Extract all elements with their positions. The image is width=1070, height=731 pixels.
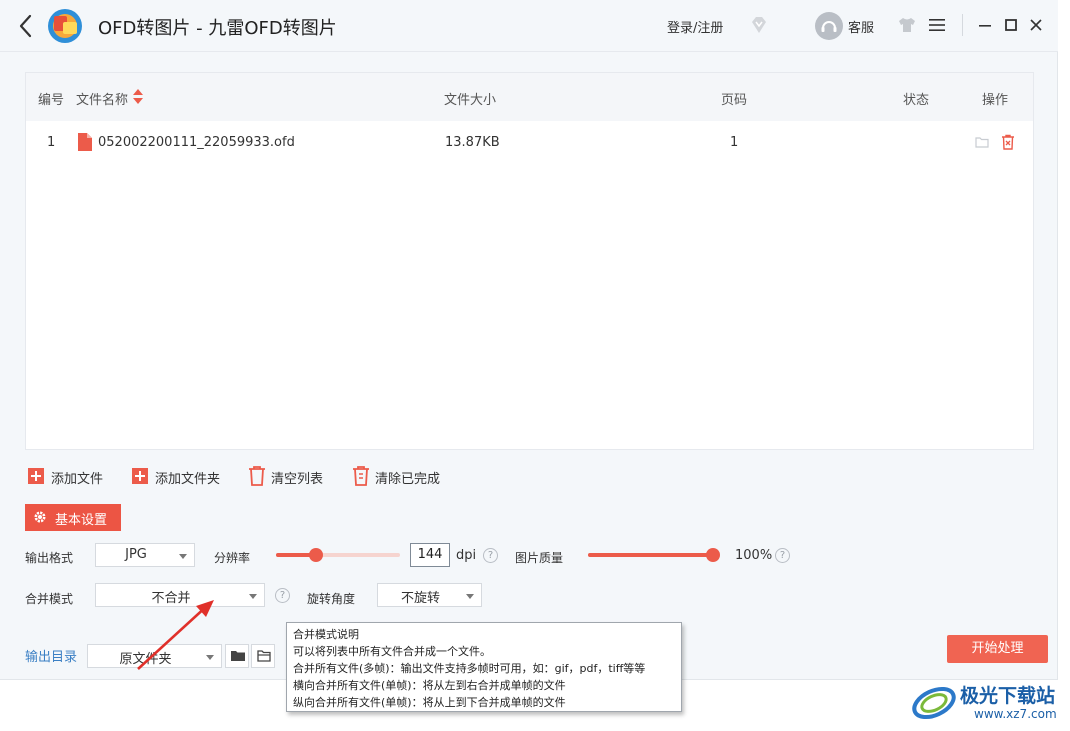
file-icon — [78, 133, 92, 151]
app-title: OFD转图片 - 九雷OFD转图片 — [98, 18, 337, 39]
customer-service-icon[interactable] — [815, 12, 843, 40]
gear-icon — [34, 511, 46, 523]
app-window: OFD转图片 - 九雷OFD转图片 登录/注册 客服 编号 文件名称 文件大小 … — [0, 0, 1058, 680]
add-folder-label: 添加文件夹 — [155, 472, 221, 487]
login-register-link[interactable]: 登录/注册 — [667, 17, 723, 36]
add-file-button[interactable]: 添加文件 — [27, 465, 107, 487]
tooltip-line: 横向合并所有文件(单帧)：将从左到右合并成单帧的文件 — [293, 679, 566, 692]
delete-icon[interactable] — [1001, 134, 1015, 150]
tooltip-line: 合并模式说明 — [293, 628, 359, 641]
rotate-select[interactable]: 不旋转 — [377, 583, 482, 607]
table-header: 编号 文件名称 文件大小 页码 状态 操作 — [26, 73, 1033, 121]
quality-help-icon[interactable]: ? — [775, 548, 790, 563]
menu-icon[interactable] — [928, 16, 946, 34]
merge-mode-tooltip: 合并模式说明 可以将列表中所有文件合并成一个文件。 合并所有文件(多帧)：输出文… — [286, 622, 682, 712]
annotation-arrow — [137, 600, 214, 670]
col-index: 编号 — [38, 93, 65, 108]
clear-list-button[interactable]: 清空列表 — [247, 465, 327, 487]
tooltip-line: 合并所有文件(多帧)：输出文件支持多帧时可用，如：gif，pdf，tiff等等 — [293, 662, 646, 675]
col-actions: 操作 — [982, 93, 1009, 108]
chevron-down-icon — [179, 554, 187, 559]
trash-list-icon — [353, 466, 369, 486]
quality-slider-handle[interactable] — [706, 548, 720, 562]
file-table: 编号 文件名称 文件大小 页码 状态 操作 1 052002200111_220… — [25, 72, 1034, 450]
output-format-select[interactable]: JPG — [95, 543, 195, 567]
clear-done-label: 清除已完成 — [375, 472, 441, 487]
watermark-logo-icon — [912, 686, 956, 720]
add-folder-icon — [132, 468, 148, 484]
merge-help-icon[interactable]: ? — [275, 588, 290, 603]
vip-diamond-icon[interactable] — [748, 14, 770, 36]
row-pages: 1 — [730, 135, 739, 150]
tooltip-line: 可以将列表中所有文件合并成一个文件。 — [293, 645, 491, 658]
merge-mode-label: 合并模式 — [25, 592, 74, 606]
basic-settings-button[interactable]: 基本设置 — [25, 504, 121, 531]
app-logo — [48, 9, 82, 43]
resolution-slider[interactable] — [276, 548, 400, 562]
customer-service-label[interactable]: 客服 — [848, 17, 874, 36]
add-file-icon — [28, 468, 44, 484]
resolution-help-icon[interactable]: ? — [483, 548, 498, 563]
close-button[interactable] — [1027, 15, 1045, 35]
folder-icon — [231, 651, 245, 661]
basic-settings-label: 基本设置 — [55, 513, 108, 528]
clear-done-button[interactable]: 清除已完成 — [351, 465, 443, 487]
col-pages: 页码 — [721, 93, 748, 108]
watermark-text: 极光下载站 — [960, 685, 1056, 707]
maximize-button[interactable] — [1002, 15, 1020, 35]
col-status: 状态 — [903, 93, 930, 108]
tooltip-line: 纵向合并所有文件(单帧)：将从上到下合并成单帧的文件 — [293, 696, 566, 709]
col-filename[interactable]: 文件名称 — [76, 89, 128, 108]
add-file-label: 添加文件 — [51, 472, 104, 487]
chevron-left-icon — [19, 14, 32, 38]
add-folder-button[interactable]: 添加文件夹 — [131, 465, 223, 487]
col-filesize: 文件大小 — [444, 93, 497, 108]
row-index: 1 — [47, 135, 56, 150]
maximize-icon — [1005, 19, 1017, 31]
trash-icon — [249, 466, 265, 486]
open-folder-icon[interactable] — [975, 134, 989, 150]
watermark: 极光下载站 www.xz7.com — [910, 679, 1065, 727]
start-button[interactable]: 开始处理 — [947, 635, 1048, 663]
browse-folder-button[interactable] — [225, 644, 249, 668]
sort-icon[interactable] — [133, 88, 143, 105]
chevron-down-icon — [466, 594, 474, 599]
row-filesize: 13.87KB — [445, 135, 500, 150]
close-icon — [1030, 19, 1042, 31]
folder-open-icon — [257, 650, 271, 662]
quality-value: 100% — [735, 548, 773, 563]
tshirt-skin-icon[interactable] — [896, 15, 918, 35]
quality-label: 图片质量 — [515, 551, 564, 565]
quality-slider-fill — [588, 553, 713, 557]
output-format-label: 输出格式 — [25, 551, 74, 565]
minimize-button[interactable] — [976, 15, 994, 35]
watermark-url: www.xz7.com — [974, 707, 1057, 721]
table-row[interactable]: 1 052002200111_22059933.ofd 13.87KB 1 — [26, 121, 1033, 165]
quality-slider[interactable] — [588, 548, 720, 562]
resolution-slider-handle[interactable] — [309, 548, 323, 562]
rotate-label: 旋转角度 — [307, 592, 356, 606]
resolution-label: 分辨率 — [214, 551, 251, 565]
clear-list-label: 清空列表 — [271, 472, 324, 487]
resolution-unit: dpi — [456, 548, 477, 563]
back-button[interactable] — [14, 12, 38, 40]
title-bar: OFD转图片 - 九雷OFD转图片 登录/注册 客服 — [0, 0, 1058, 52]
output-dir-link[interactable]: 输出目录 — [25, 646, 77, 665]
open-output-folder-button[interactable] — [251, 644, 275, 668]
chevron-down-icon — [249, 594, 257, 599]
row-filename: 052002200111_22059933.ofd — [98, 135, 295, 150]
titlebar-separator — [962, 14, 963, 36]
resolution-input[interactable]: 144 — [410, 543, 450, 567]
minimize-icon — [979, 25, 991, 27]
